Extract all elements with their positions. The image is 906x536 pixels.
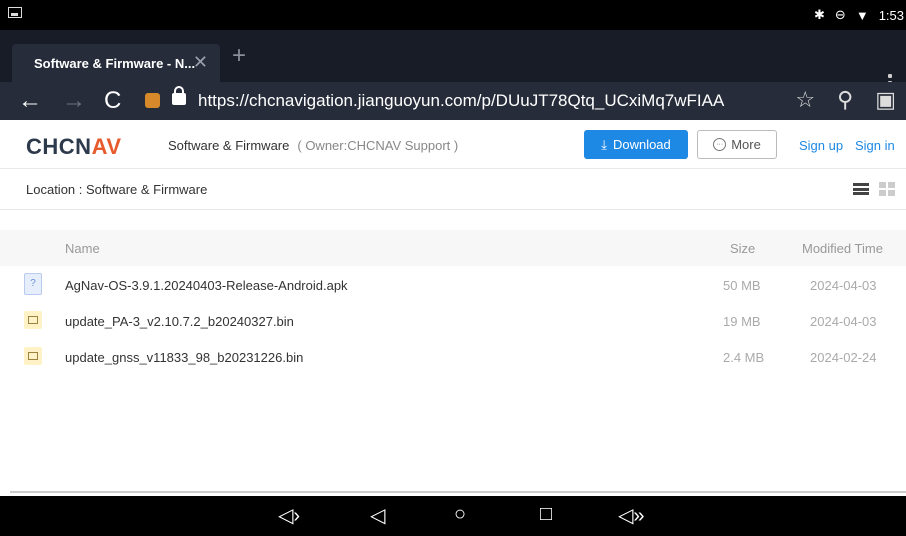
- volume-up-icon[interactable]: ◁»: [618, 503, 645, 528]
- download-button[interactable]: ⤓ Download: [584, 130, 688, 159]
- forward-icon[interactable]: →: [62, 86, 86, 116]
- browser-toolbar: ← → C https://chcnavigation.jianguoyun.c…: [0, 82, 906, 120]
- download-icon: ⤓: [601, 136, 607, 152]
- chcnav-logo[interactable]: CHCNAV: [26, 134, 122, 160]
- system-nav-bar: ◁› ◁ ○ □ ◁»: [0, 496, 906, 536]
- page-title: Software & Firmware( Owner:CHCNAV Suppor…: [168, 138, 459, 153]
- column-size[interactable]: Size: [730, 241, 755, 256]
- notification-icon: [8, 7, 22, 18]
- back-icon[interactable]: ←: [18, 86, 42, 116]
- column-modified[interactable]: Modified Time: [802, 241, 883, 256]
- wifi-icon: ▼: [855, 7, 869, 23]
- clock: 1:53: [878, 7, 904, 23]
- breadcrumb: Location : Software & Firmware: [0, 169, 906, 210]
- bin-file-icon: [24, 347, 42, 365]
- browser-tab[interactable]: Software & Firmware - N... ✕: [12, 44, 220, 82]
- do-not-disturb-icon: ⊖: [834, 7, 846, 22]
- table-row[interactable]: update_PA-3_v2.10.7.2_b20240327.bin 19 M…: [0, 306, 906, 336]
- divider: [10, 491, 906, 493]
- file-modified: 2024-04-03: [810, 278, 877, 293]
- file-name[interactable]: AgNav-OS-3.9.1.20240403-Release-Android.…: [65, 278, 348, 293]
- browser-tab-strip: Software & Firmware - N... ✕: [0, 30, 906, 92]
- file-modified: 2024-04-03: [810, 314, 877, 329]
- site-favicon-icon: [145, 93, 160, 108]
- site-header: CHCNAV Software & Firmware( Owner:CHCNAV…: [0, 120, 906, 169]
- bookmark-star-icon[interactable]: ☆: [795, 87, 815, 113]
- grid-view-icon[interactable]: [879, 182, 895, 196]
- home-icon[interactable]: ○: [454, 503, 466, 526]
- file-size: 2.4 MB: [723, 350, 765, 365]
- more-button[interactable]: ··· More: [697, 130, 777, 159]
- location-text: Location : Software & Firmware: [26, 182, 208, 197]
- list-view-icon[interactable]: [853, 183, 869, 195]
- owner-label: ( Owner:CHCNAV Support ): [297, 138, 459, 153]
- more-icon: ···: [713, 138, 727, 151]
- search-icon[interactable]: ⚲: [837, 87, 853, 113]
- column-name[interactable]: Name: [65, 241, 100, 256]
- sign-up-link[interactable]: Sign up: [799, 138, 843, 153]
- file-name[interactable]: update_PA-3_v2.10.7.2_b20240327.bin: [65, 314, 294, 329]
- file-table-header: Name Size Modified Time: [0, 230, 906, 266]
- bluetooth-icon: ✱: [814, 7, 825, 22]
- url-field[interactable]: https://chcnavigation.jianguoyun.com/p/D…: [198, 91, 724, 111]
- new-tab-icon[interactable]: +: [232, 42, 246, 70]
- table-row[interactable]: ? AgNav-OS-3.9.1.20240403-Release-Androi…: [0, 270, 906, 300]
- volume-down-icon[interactable]: ◁›: [278, 503, 300, 528]
- table-row[interactable]: update_gnss_v11833_98_b20231226.bin 2.4 …: [0, 342, 906, 372]
- file-modified: 2024-02-24: [810, 350, 877, 365]
- file-name[interactable]: update_gnss_v11833_98_b20231226.bin: [65, 350, 303, 365]
- status-bar: ✱ ⊖ ▼ 1:53: [0, 0, 906, 30]
- back-nav-icon[interactable]: ◁: [370, 503, 385, 528]
- bookmarks-icon[interactable]: ▣: [875, 87, 896, 113]
- tab-close-icon[interactable]: ✕: [193, 52, 208, 73]
- file-size: 50 MB: [723, 278, 761, 293]
- bin-file-icon: [24, 311, 42, 329]
- reload-icon[interactable]: C: [104, 86, 121, 116]
- lock-icon: [172, 86, 186, 105]
- tab-title: Software & Firmware - N...: [34, 56, 196, 71]
- recents-icon[interactable]: □: [540, 503, 552, 526]
- file-size: 19 MB: [723, 314, 761, 329]
- sign-in-link[interactable]: Sign in: [855, 138, 895, 153]
- apk-file-icon: ?: [24, 273, 42, 295]
